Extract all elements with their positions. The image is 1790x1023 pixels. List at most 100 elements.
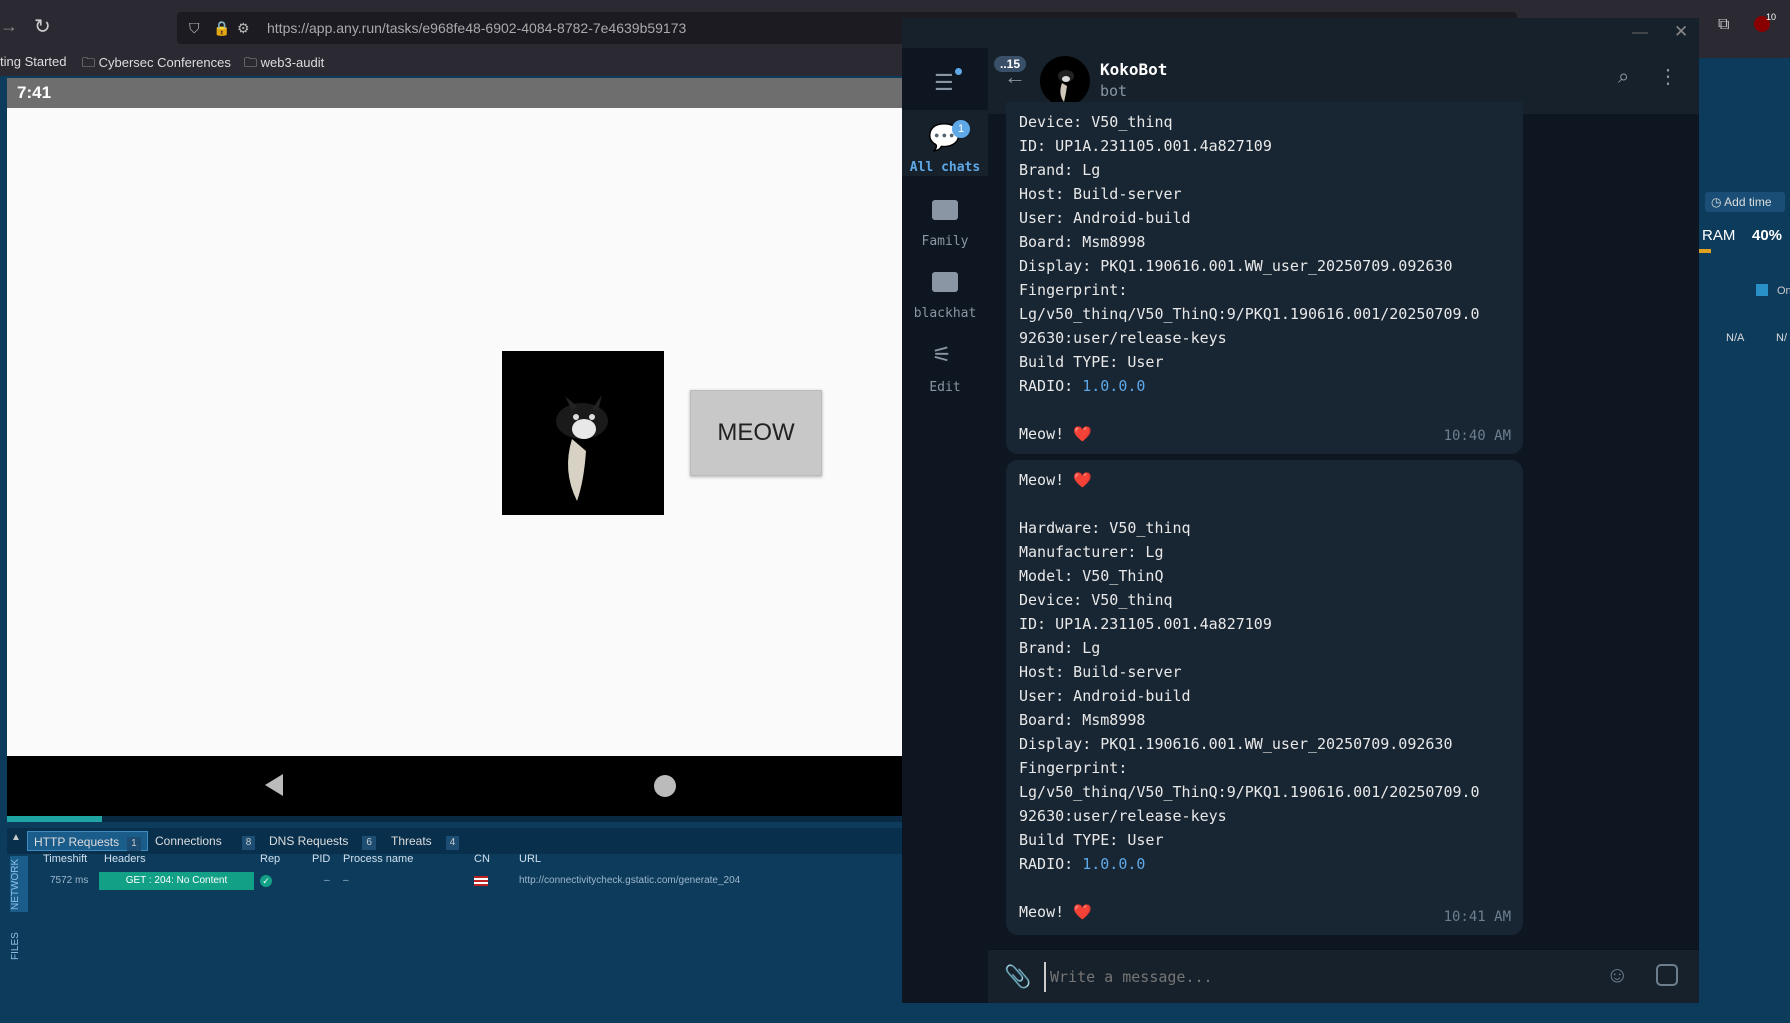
side-tab-network[interactable]: NETWORK	[10, 856, 28, 912]
shield-icon: ⛉	[189, 20, 200, 36]
sliders-icon: ⚟	[932, 342, 952, 367]
na-value: N/A	[1726, 332, 1745, 344]
col-cn[interactable]: CN	[474, 853, 490, 865]
meow-text: Meow!	[1019, 903, 1074, 921]
more-icon[interactable]: ⋮	[1658, 64, 1678, 89]
col-url[interactable]: URL	[519, 853, 541, 865]
message-bubble[interactable]: Meow! ❤️ Hardware: V50_thinq Manufacture…	[1006, 460, 1523, 935]
clock: 7:41	[17, 83, 52, 102]
message-text: Device: V50_thinq ID: UP1A.231105.001.4a…	[1019, 113, 1480, 395]
folder-blackhat[interactable]: blackhat	[902, 262, 988, 322]
message-time: 10:40 AM	[1443, 428, 1511, 444]
emoji-icon[interactable]: ☺	[1606, 962, 1628, 988]
tab-count: 8	[241, 836, 256, 850]
heart-icon: ❤️	[1073, 425, 1092, 443]
tab-threats[interactable]: Threats 4	[385, 831, 465, 851]
tab-label: Threats	[391, 834, 432, 848]
checkbox-icon[interactable]	[1756, 284, 1768, 296]
folder-family[interactable]: Family	[902, 190, 988, 250]
folder-label: blackhat	[913, 306, 977, 321]
android-nav-bar	[7, 756, 902, 816]
ram-value: 40%	[1752, 227, 1783, 244]
folder-all-chats[interactable]: 💬 1 All chats	[902, 110, 988, 176]
meow-text: Meow!	[1019, 471, 1074, 489]
avatar[interactable]	[1040, 56, 1090, 106]
col-pid[interactable]: PID	[312, 853, 330, 865]
minimize-icon[interactable]: —	[1632, 24, 1648, 42]
row-pid: –	[324, 875, 330, 886]
camera-icon[interactable]	[1656, 964, 1678, 986]
close-icon[interactable]: ✕	[1674, 22, 1688, 42]
bookmark-label: web3-audit	[260, 55, 325, 70]
search-icon[interactable]: ⌕	[1618, 66, 1629, 89]
right-panel: ◷ Add time RAM 40% On N/A N/	[1699, 58, 1790, 1023]
meow-text: Meow!	[1019, 425, 1074, 443]
folder-icon: 🗀	[82, 55, 99, 70]
menu-dot	[955, 68, 962, 75]
message-text: Hardware: V50_thinq Manufacturer: Lg Mod…	[1019, 519, 1480, 873]
tab-count: 6	[362, 836, 376, 850]
col-timeshift[interactable]: Timeshift	[43, 853, 87, 865]
url-text[interactable]: https://app.any.run/tasks/e968fe48-6902-…	[267, 20, 686, 36]
message-input[interactable]	[1044, 962, 1564, 992]
folder-icon	[932, 200, 958, 220]
tab-http-requests[interactable]: HTTP Requests 1	[27, 831, 148, 851]
radio-link[interactable]: 1.0.0.0	[1082, 855, 1145, 873]
back-icon[interactable]	[265, 774, 283, 796]
tab-label: DNS Requests	[269, 834, 349, 848]
col-rep[interactable]: Rep	[260, 853, 280, 865]
cut-label: On	[1777, 285, 1790, 297]
home-icon[interactable]	[654, 775, 676, 797]
lock-icon: 🔒	[213, 20, 231, 36]
collapse-icon[interactable]: ▲	[11, 832, 21, 843]
reputation-check-icon: ✓	[260, 875, 272, 887]
bookmark-label: Cybersec Conferences	[98, 55, 231, 70]
na-value-2: N/	[1776, 332, 1787, 344]
notification-count: 10	[1766, 12, 1777, 22]
tab-dns-requests[interactable]: DNS Requests 6	[263, 831, 382, 851]
folder-label: Family	[921, 234, 969, 249]
side-label: NETWORK	[10, 858, 21, 910]
message-time: 10:41 AM	[1443, 909, 1511, 925]
bookmark-web3[interactable]: 🗀 web3-audit	[244, 54, 324, 76]
compose-bar: 📎 ☺	[988, 949, 1699, 1003]
forward-icon[interactable]: →	[0, 16, 18, 37]
side-tab-files[interactable]: FILES	[10, 926, 30, 966]
row-timeshift: 7572 ms	[50, 875, 89, 886]
bookmark-getting-started[interactable]: ting Started	[0, 54, 67, 69]
attach-icon[interactable]: 📎	[1004, 964, 1031, 990]
ram-bar	[1699, 249, 1711, 253]
cat-illustration	[556, 395, 608, 501]
permissions-icon: ⚙	[237, 20, 250, 36]
tab-connections[interactable]: Connections 8	[149, 831, 261, 851]
reload-icon[interactable]: ↻	[34, 14, 51, 39]
panel-tabs: ▲ HTTP Requests 1 Connections 8 DNS Reques…	[7, 828, 902, 854]
extensions-icon[interactable]: ⧉	[1718, 16, 1729, 34]
us-flag-icon	[474, 876, 488, 886]
col-process-name[interactable]: Process name	[343, 853, 413, 865]
folder-edit[interactable]: ⚟ Edit	[902, 338, 988, 398]
bookmark-cybersec[interactable]: 🗀 Cybersec Conferences	[82, 54, 231, 76]
tab-label: Connections	[155, 834, 222, 848]
row-url[interactable]: http://connectivitycheck.gstatic.com/gen…	[519, 875, 740, 886]
radio-link[interactable]: 1.0.0.0	[1082, 377, 1145, 395]
meow-button[interactable]: MEOW	[690, 390, 822, 476]
menu-icon[interactable]: ☰	[934, 70, 954, 96]
tab-count: 4	[445, 836, 460, 850]
folder-label: Edit	[929, 380, 961, 395]
tab-count: 1	[127, 837, 141, 851]
unread-badge: ..15	[994, 56, 1027, 72]
col-headers[interactable]: Headers	[104, 853, 146, 865]
message-bubble[interactable]: Device: V50_thinq ID: UP1A.231105.001.4a…	[1006, 102, 1523, 454]
add-time-label: Add time	[1724, 195, 1772, 209]
row-process: –	[343, 875, 349, 886]
heart-icon: ❤️	[1073, 471, 1092, 489]
emulator-status-bar: 7:41	[7, 78, 902, 108]
tab-label: HTTP Requests	[34, 835, 120, 849]
add-time-button[interactable]: ◷ Add time	[1705, 192, 1785, 212]
cat-image	[502, 351, 664, 515]
row-status: GET : 204: No Content	[99, 872, 254, 890]
ram-label: RAM	[1702, 227, 1736, 244]
bot-avatar-icon	[1058, 70, 1074, 102]
chat-title: KokoBot	[1100, 60, 1168, 79]
